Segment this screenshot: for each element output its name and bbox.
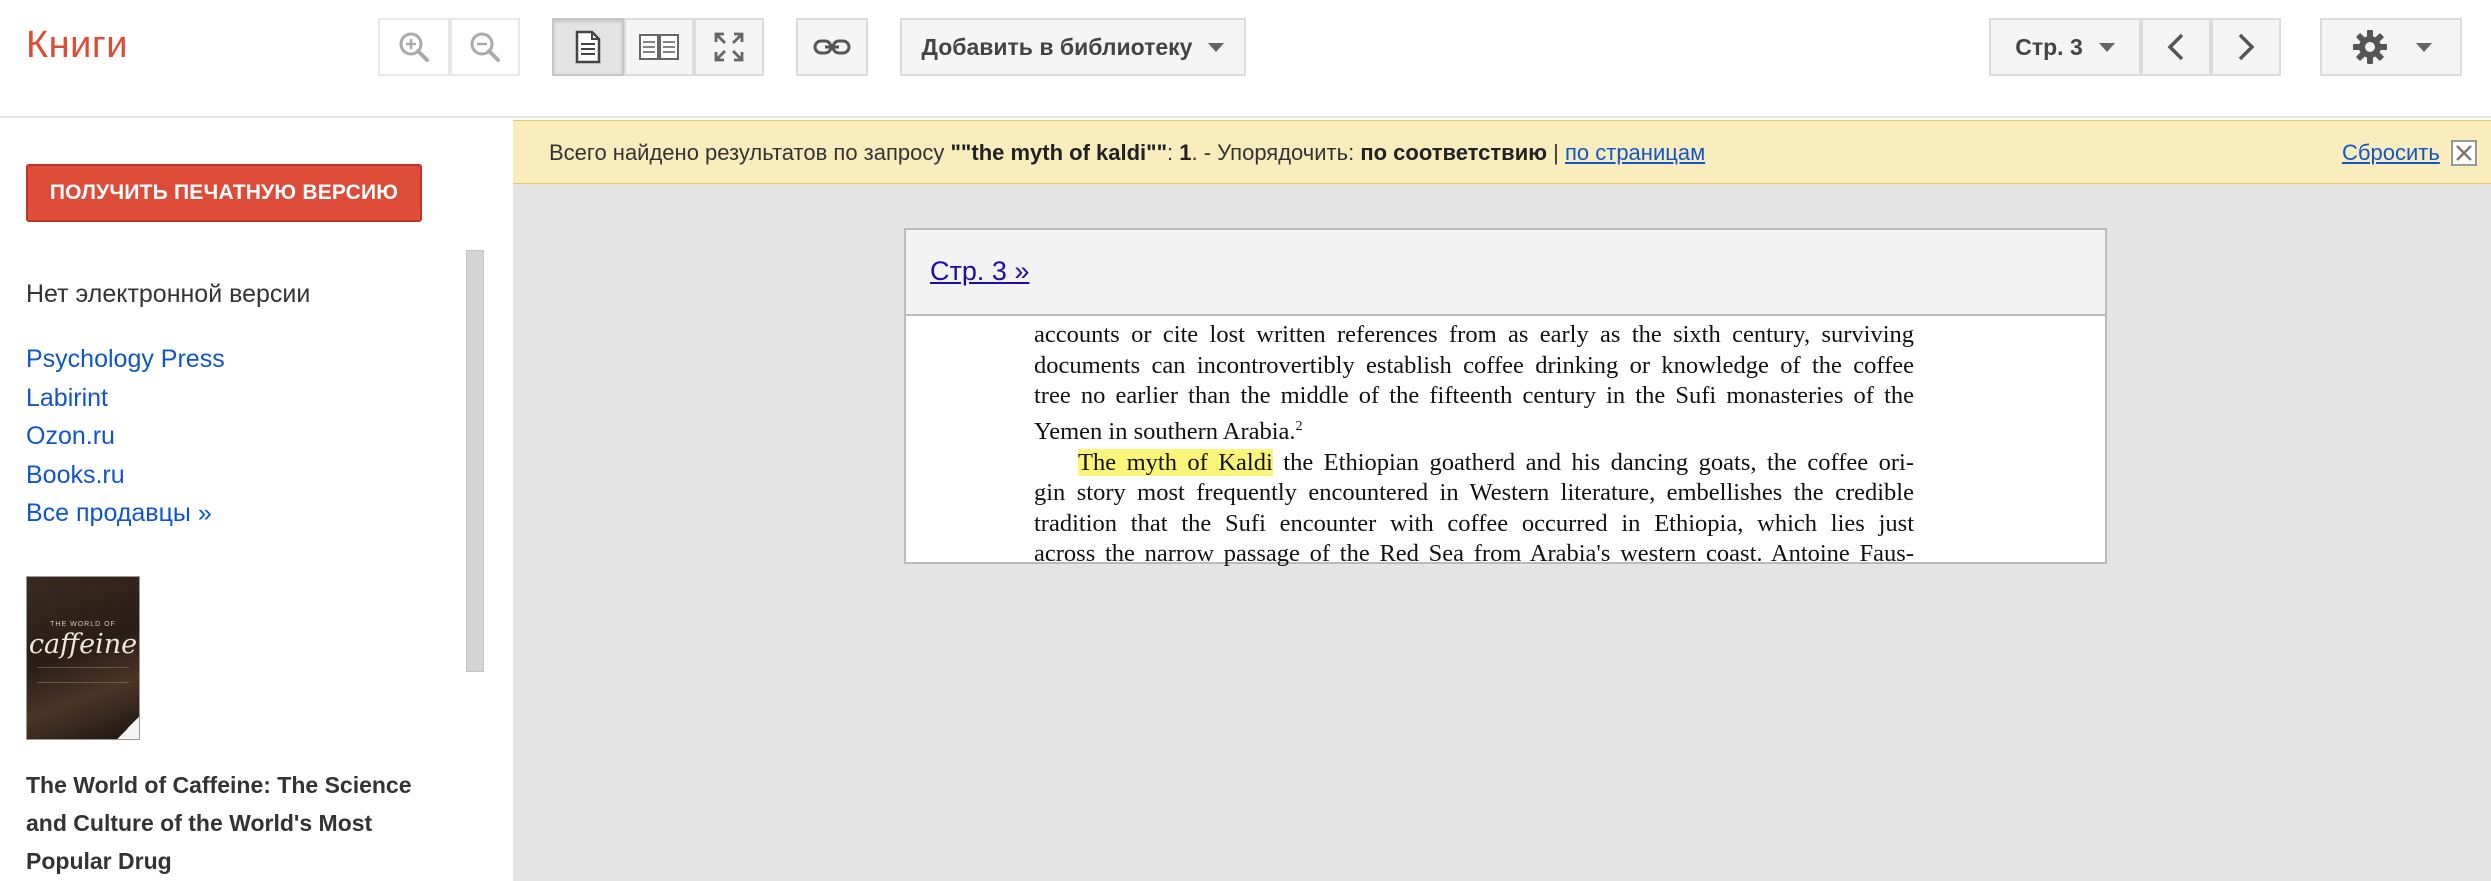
search-results-prefix: Всего найдено результатов по запросу [549,140,951,165]
search-results-notice: Всего найдено результатов по запросу ""t… [513,120,2491,184]
search-result-card: Стр. 3 » accounts or cite lost written r… [904,228,2107,567]
seller-item: Psychology Press [26,340,225,379]
seller-item: Ozon.ru [26,417,225,456]
chevron-down-icon [2098,42,2115,52]
snippet-line: across the narrow passage of the Red Sea… [1034,540,1914,568]
previous-page-button[interactable] [2141,18,2211,76]
page-selector-label: Стр. 3 [2015,33,2083,60]
add-to-library-button[interactable]: Добавить в библиотеку [900,18,1246,76]
reset-search-link[interactable]: Сбросить [2342,140,2440,166]
single-page-icon [575,30,601,64]
highlighted-match: The myth of Kaldi [1078,448,1273,476]
next-page-button[interactable] [2211,18,2281,76]
sort-label: . - Упорядочить: [1191,140,1361,165]
close-search-button[interactable] [2451,140,2477,166]
two-page-icon [639,34,679,60]
link-button[interactable] [796,18,868,76]
seller-item: Labirint [26,379,225,418]
zoom-in-button[interactable] [378,18,450,76]
zoom-out-button[interactable] [450,18,520,76]
snippet-line: The myth of Kaldi the Ethiopian goatherd… [1034,448,1914,479]
page-curl-icon [117,717,139,739]
zoom-out-icon [470,32,500,62]
no-ebook-text: Нет электронной версии [26,280,311,308]
chevron-down-icon [2416,42,2432,52]
search-count: 1 [1179,140,1192,165]
result-page-link[interactable]: Стр. 3 » [930,256,1029,287]
snippet-line-text: the Ethiopian goatherd and his dancing g… [1283,448,1914,476]
link-icon [813,39,851,55]
add-to-library-label: Добавить в библиотеку [921,33,1193,60]
chevron-right-icon [2238,33,2255,61]
footnote-marker: 2 [1295,418,1303,434]
snippet-line: gin story most frequently encountered in… [1034,479,1914,507]
chevron-down-icon [1208,42,1225,52]
close-icon [2456,145,2472,161]
sort-by-relevance: по соответствию [1360,140,1548,165]
snippet-line: tradition that the Sufi encounter with c… [1034,509,1914,537]
seller-link-labirint[interactable]: Labirint [26,384,108,412]
sort-separator: | [1547,140,1565,165]
snippet-line: documents can incontrovertibly establish… [1034,351,1914,379]
main-content: Всего найдено результатов по запросу ""t… [513,120,2491,881]
single-page-view-button[interactable] [552,18,624,76]
page-selector-dropdown[interactable]: Стр. 3 [1989,18,2141,76]
chevron-left-icon [2167,33,2184,61]
snippet-line: accounts or cite lost written references… [1034,321,1914,348]
seller-item: Все продавцы » [26,494,225,533]
seller-link-ozon[interactable]: Ozon.ru [26,422,115,450]
sidebar: ПОЛУЧИТЬ ПЕЧАТНУЮ ВЕРСИЮ Нет электронной… [0,120,513,881]
cover-top-text: THE WORLD OF [50,621,116,628]
get-print-version-button[interactable]: ПОЛУЧИТЬ ПЕЧАТНУЮ ВЕРСИЮ [26,164,422,222]
fullscreen-icon [714,32,744,62]
gear-icon [2353,30,2387,64]
snippet-line: tree no earlier than the middle of the f… [1034,382,1914,410]
search-colon: : [1167,140,1180,165]
books-viewer: Книги Добавить в библиотеку Стр. 3 ПОЛУЧ… [0,0,2491,881]
fullscreen-button[interactable] [694,18,764,76]
two-page-view-button[interactable] [624,18,694,76]
sort-by-pages-link[interactable]: по страницам [1565,140,1705,165]
toolbar: Книги Добавить в библиотеку Стр. 3 [0,0,2491,118]
seller-list: Psychology Press Labirint Ozon.ru Books.… [26,340,225,533]
app-logo[interactable]: Книги [26,24,128,67]
result-snippet[interactable]: accounts or cite lost written references… [1034,320,1914,570]
snippet-line: Yemen in southern Arabia.2 [1034,412,1914,448]
all-sellers-link[interactable]: Все продавцы » [26,499,212,527]
search-results-summary: Всего найдено результатов по запросу ""t… [549,140,1705,166]
settings-menu-button[interactable] [2320,18,2462,76]
cover-title-text: caffeine [28,629,138,660]
seller-link-books-ru[interactable]: Books.ru [26,461,125,489]
book-cover[interactable]: THE WORLD OF caffeine [26,576,140,740]
snippet-line-text: Yemen in southern Arabia. [1034,417,1296,445]
seller-item: Books.ru [26,456,225,495]
seller-link-psychology-press[interactable]: Psychology Press [26,345,225,373]
cover-decoration [37,667,129,683]
result-header: Стр. 3 » [906,230,2105,316]
sidebar-scrollbar[interactable] [466,250,484,672]
zoom-in-icon [399,32,429,62]
search-query: ""the myth of kaldi"" [950,140,1168,165]
book-title: The World of Caffeine: The Science and C… [26,772,412,874]
